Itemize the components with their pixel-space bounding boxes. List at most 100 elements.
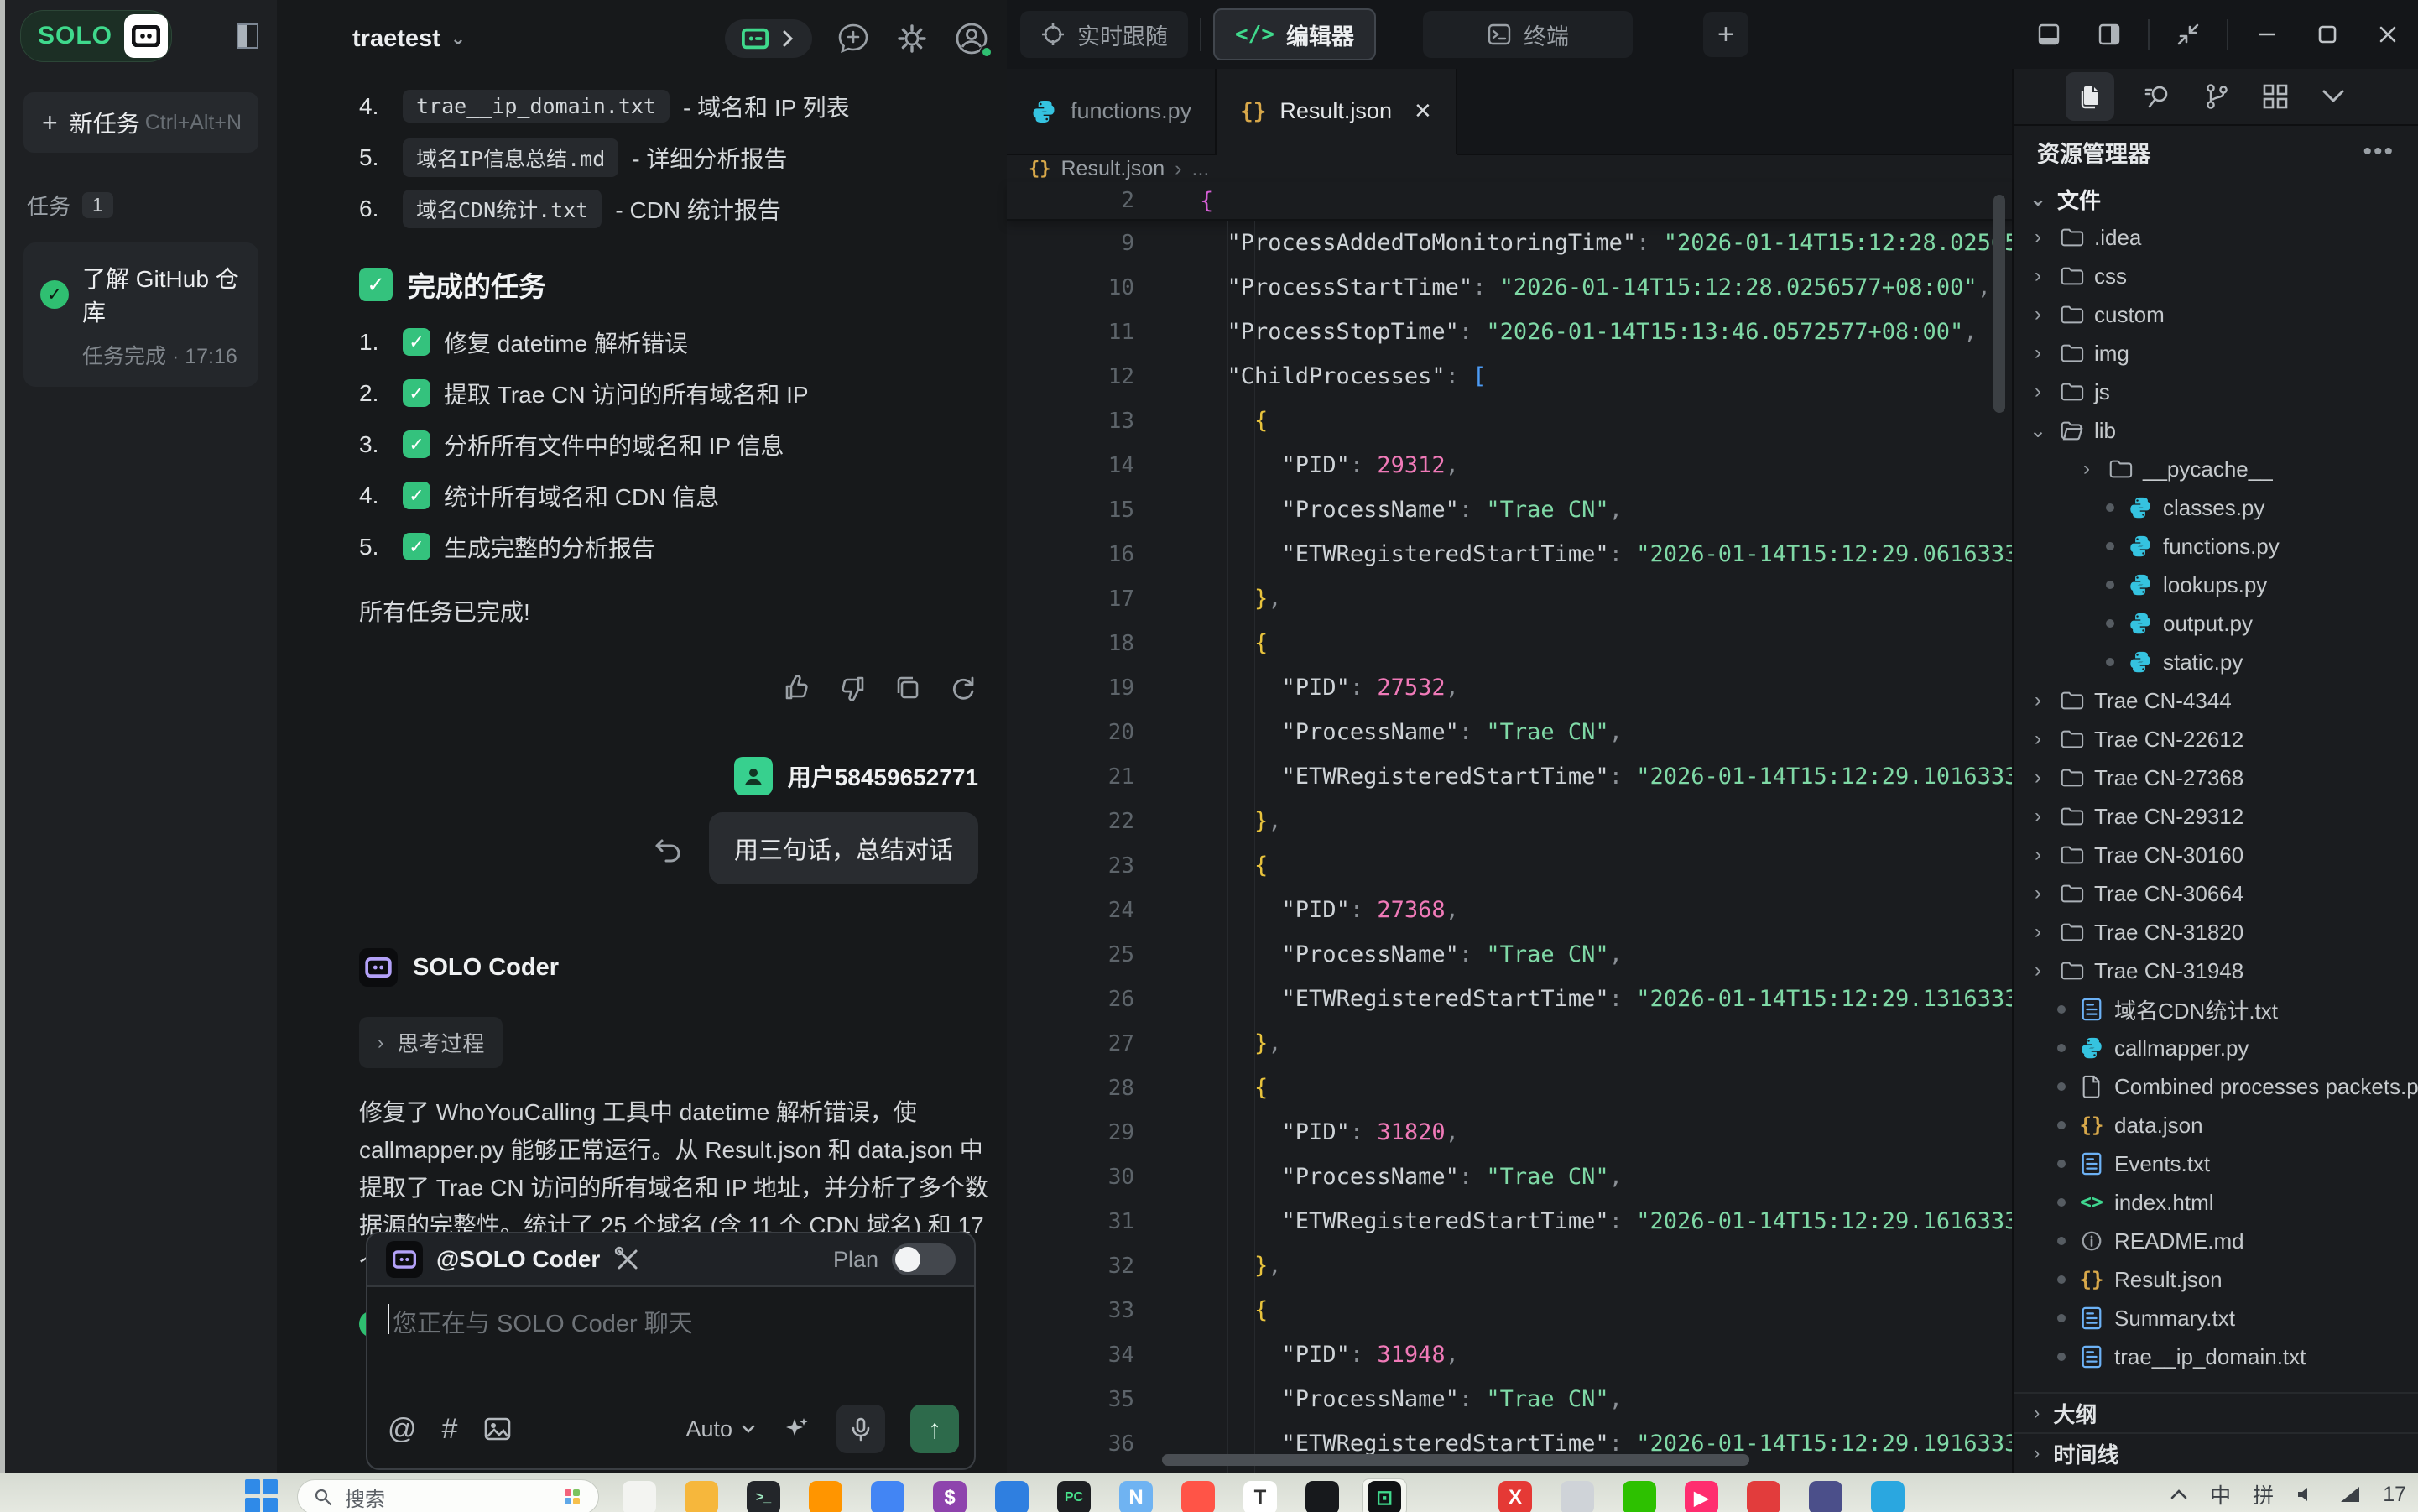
code-line[interactable]: 26 "ETWRegisteredStartTime": "2026-01-14… [1007,977,2012,1021]
tree-item[interactable]: Summary.txt [2014,1299,2418,1337]
editor-tab-result-json[interactable]: {} Result.json ✕ [1217,69,1457,155]
taskbar-app-trae[interactable]: ⊡ [1363,1479,1406,1512]
inline-code-chip[interactable]: trae__ip_domain.txt [403,90,670,123]
tab-live-follow[interactable]: 实时跟随 [1020,11,1188,58]
code-line[interactable]: 32 }, [1007,1243,2012,1288]
inline-code-chip[interactable]: 域名CDN统计.txt [403,190,602,228]
taskbar-app-x[interactable]: X [1493,1479,1537,1512]
tree-item[interactable]: ›Trae CN-27368 [2014,759,2418,797]
tab-terminal[interactable]: 终端 [1423,11,1633,58]
tab-close-icon[interactable]: ✕ [1414,98,1432,124]
tree-item[interactable]: ›Trae CN-29312 [2014,797,2418,836]
conversation-title[interactable]: traetest⌄ [352,25,466,53]
voice-mic-button[interactable] [836,1405,885,1453]
tab-editor[interactable]: </> 编辑器 [1213,8,1376,60]
taskbar-app-swirl[interactable] [1742,1479,1785,1512]
taskbar-search[interactable]: 搜索 [297,1479,599,1512]
tree-item[interactable]: ›Trae CN-31948 [2014,952,2418,990]
code-line[interactable]: 2{ [1007,179,1213,223]
regenerate-icon[interactable] [948,673,978,703]
tools-icon[interactable] [613,1245,642,1274]
code-line[interactable]: 14 "PID": 29312, [1007,443,2012,487]
new-chat-button[interactable] [836,21,871,56]
solo-brand[interactable]: SOLO [20,10,172,62]
code-line[interactable]: 28 { [1007,1066,2012,1110]
chevron-down-icon[interactable] [2319,88,2348,105]
new-view-tab-button[interactable]: + [1703,12,1748,57]
taskbar-app-badge[interactable]: $ [928,1479,972,1512]
code-line[interactable]: 17 }, [1007,576,2012,621]
code-line[interactable]: 9 "ProcessAddedToMonitoringTime": "2026-… [1007,221,2012,265]
tree-item[interactable]: ›.idea [2014,218,2418,257]
window-minimize-button[interactable] [2237,8,2297,60]
code-line[interactable]: 22 }, [1007,799,2012,843]
ime-lang-indicator[interactable]: 中 [2210,1479,2231,1509]
tree-item[interactable]: ›Trae CN-22612 [2014,720,2418,759]
thumb-down-icon[interactable] [837,673,868,703]
start-button[interactable] [245,1479,279,1512]
tree-item[interactable]: README.md [2014,1222,2418,1260]
source-control-icon[interactable] [2202,81,2232,112]
tree-item[interactable]: Events.txt [2014,1144,2418,1183]
taskbar-app-screen[interactable] [1300,1479,1344,1512]
code-line[interactable]: 19 "PID": 27532, [1007,665,2012,710]
tree-item[interactable]: ›css [2014,257,2418,295]
tree-item[interactable]: trae__ip_domain.txt [2014,1337,2418,1376]
code-line[interactable]: 33 { [1007,1288,2012,1332]
explorer-files-icon[interactable] [2066,72,2114,121]
ime-mode-indicator[interactable]: 拼 [2253,1479,2274,1509]
timeline-section[interactable]: › 时间线 [2014,1432,2418,1473]
thinking-process-toggle[interactable]: › 思考过程 [359,1017,503,1068]
code-line[interactable]: 35 "ProcessName": "Trae CN", [1007,1377,2012,1421]
chat-input[interactable]: 您正在与 SOLO Coder 聊天 [367,1287,974,1398]
taskbar-app-firefox[interactable] [804,1479,847,1512]
window-maximize-button[interactable] [2297,8,2358,60]
tree-item[interactable]: Combined processes packets.pcap [2014,1067,2418,1106]
tree-item[interactable]: ›Trae CN-30664 [2014,874,2418,913]
taskbar-app-cat[interactable] [1804,1479,1847,1512]
taskbar-app-wechat[interactable] [1618,1479,1661,1512]
taskbar-app-chrome[interactable] [866,1479,909,1512]
code-line[interactable]: 27 }, [1007,1021,2012,1066]
code-viewport[interactable]: 9 "ProcessAddedToMonitoringTime": "2026-… [1007,221,2012,1473]
explorer-more-icon[interactable]: ••• [2363,138,2395,166]
model-auto-select[interactable]: Auto [685,1416,756,1442]
horizontal-scrollbar[interactable] [1162,1454,1749,1466]
tree-item[interactable]: lookups.py [2014,566,2418,604]
tree-item[interactable]: functions.py [2014,527,2418,566]
tree-item[interactable]: 域名CDN统计.txt [2014,990,2418,1029]
tree-item[interactable]: ›custom [2014,295,2418,334]
context-hash-icon[interactable]: # [442,1413,458,1446]
solo-mode-button[interactable] [725,19,812,58]
code-line[interactable]: 13 { [1007,399,2012,443]
settings-gear-icon[interactable] [894,21,930,56]
window-close-button[interactable] [2358,8,2418,60]
thumb-up-icon[interactable] [782,673,812,703]
tree-item[interactable]: ›Trae CN-30160 [2014,836,2418,874]
taskbar-app-edge[interactable] [990,1479,1034,1512]
tree-item[interactable]: static.py [2014,643,2418,681]
code-line[interactable]: 25 "ProcessName": "Trae CN", [1007,932,2012,977]
taskbar-app-terminal[interactable]: >_ [742,1479,785,1512]
enhance-sparkle-icon[interactable] [781,1414,811,1444]
image-attach-icon[interactable] [482,1414,513,1444]
taskbar-app-folder[interactable] [680,1479,723,1512]
account-button[interactable] [953,20,990,57]
code-line[interactable]: 37 }, [1007,1466,2012,1473]
tree-item[interactable]: classes.py [2014,488,2418,527]
extensions-icon[interactable] [2260,81,2290,112]
taskbar-app-opera[interactable] [1176,1479,1220,1512]
code-line[interactable]: 24 "PID": 27368, [1007,888,2012,932]
code-line[interactable]: 12 "ChildProcesses": [ [1007,354,2012,399]
tree-item[interactable]: ›js [2014,373,2418,411]
tree-item[interactable]: output.py [2014,604,2418,643]
vertical-scrollbar[interactable] [1993,195,2005,413]
editor-tab-functions[interactable]: functions.py [1007,69,1217,154]
panel-bottom-icon[interactable] [2019,8,2079,60]
code-line[interactable]: 30 "ProcessName": "Trae CN", [1007,1155,2012,1199]
code-line[interactable]: 23 { [1007,843,2012,888]
outline-section[interactable]: › 大纲 [2014,1392,2418,1432]
agent-mention[interactable]: @SOLO Coder [436,1246,600,1273]
new-task-button[interactable]: + 新任务 Ctrl+Alt+N [23,92,258,153]
tree-item[interactable]: {}data.json [2014,1106,2418,1144]
